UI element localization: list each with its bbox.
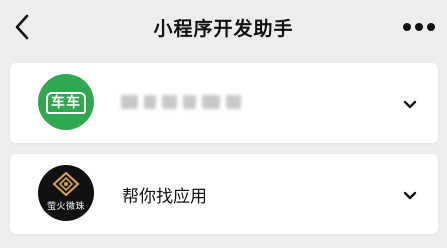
app-card[interactable]: 车车: [10, 63, 438, 143]
more-dot: [403, 23, 411, 31]
nav-bar: 小程序开发助手: [0, 0, 447, 54]
app-card[interactable]: 萤火微珠 帮你找应用: [10, 154, 438, 234]
avatar-text: 萤火微珠: [46, 202, 85, 212]
app-name: 帮你找应用: [122, 187, 207, 207]
app-avatar: 车车: [38, 74, 94, 130]
expand-button[interactable]: [402, 96, 418, 109]
chevron-down-icon: [403, 191, 417, 200]
avatar-text: 车车: [51, 95, 81, 111]
chevron-down-icon: [403, 100, 417, 109]
more-button[interactable]: [399, 20, 439, 34]
expand-button[interactable]: [402, 187, 418, 200]
app-name-blurred: [121, 92, 241, 112]
more-dot: [427, 23, 435, 31]
page-title: 小程序开发助手: [153, 18, 294, 40]
app-avatar: 萤火微珠: [38, 165, 94, 221]
brand-logo-icon: [52, 171, 80, 197]
more-dot: [415, 23, 423, 31]
